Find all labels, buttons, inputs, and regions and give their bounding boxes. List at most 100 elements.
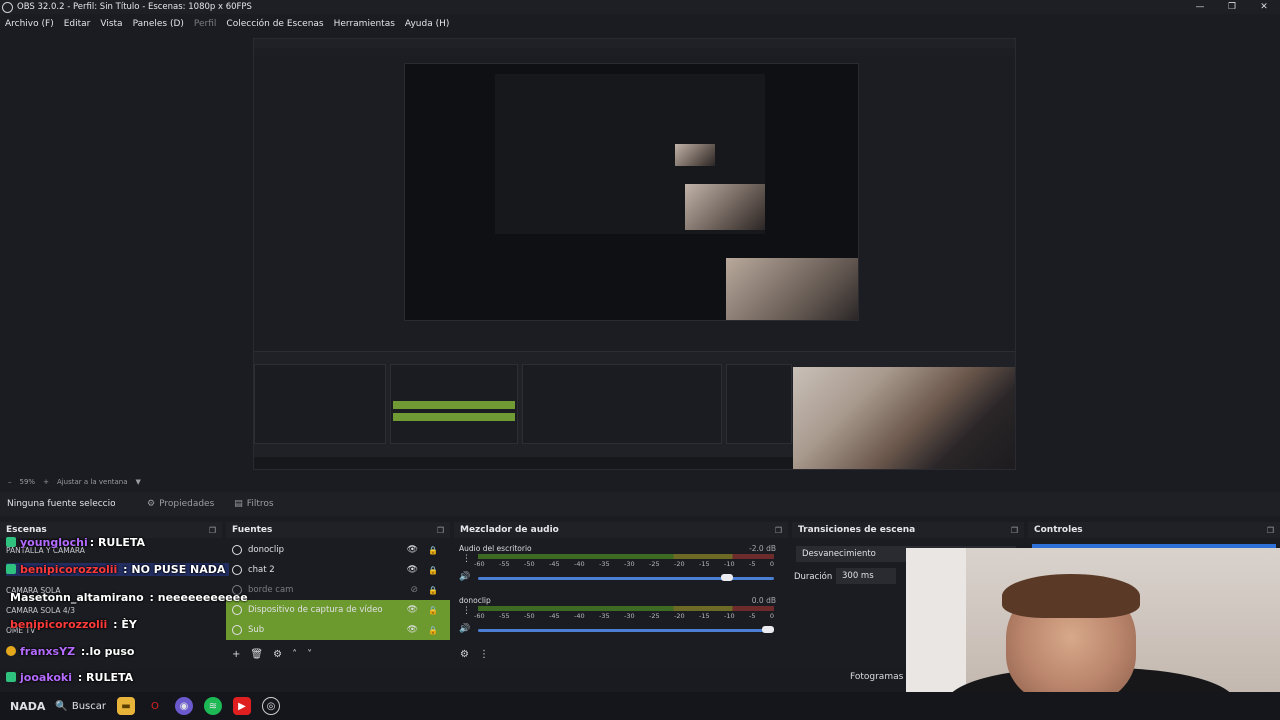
eye-icon[interactable]: 👁 bbox=[407, 565, 418, 575]
menu-vista[interactable]: Vista bbox=[95, 19, 127, 29]
trash-icon[interactable]: 🗑 bbox=[250, 649, 263, 660]
opera-icon[interactable]: O bbox=[146, 697, 164, 715]
nested-mixer-dock bbox=[522, 364, 722, 444]
meter-tick-label: -10 bbox=[724, 612, 735, 620]
camera-source-icon bbox=[232, 605, 242, 615]
eye-icon[interactable]: 👁 bbox=[407, 625, 418, 635]
folder-icon[interactable]: ▬ bbox=[116, 697, 135, 715]
fps-label: Fotogramas P bbox=[850, 672, 912, 682]
eye-icon[interactable]: 👁 bbox=[407, 545, 418, 555]
meter-tick-label: -40 bbox=[574, 612, 585, 620]
source-row-borde-cam[interactable]: borde cam ⊘ 🔒 bbox=[226, 580, 450, 600]
meter-tick-label: -55 bbox=[499, 560, 510, 568]
meter-tick-label: -30 bbox=[624, 612, 635, 620]
undock-icon[interactable]: ❐ bbox=[775, 526, 782, 535]
menu-coleccion-escenas[interactable]: Colección de Escenas bbox=[221, 19, 328, 29]
meter-tick-label: -5 bbox=[749, 612, 756, 620]
youtube-icon[interactable]: ▶ bbox=[232, 697, 251, 715]
chat-badge-icon bbox=[6, 646, 16, 656]
volume-knob[interactable] bbox=[720, 574, 733, 581]
zoom-value: 59% bbox=[19, 478, 36, 486]
meter-scale: -60 -55 -50 -45 -40 -35 -30 -25 -20 -15 -10 -5 0 bbox=[474, 560, 774, 570]
nested-menu-bar bbox=[254, 49, 1015, 56]
obs-taskbar-icon[interactable]: ◎ bbox=[261, 697, 280, 715]
channel-db: -2.0 dB bbox=[749, 544, 776, 553]
meter-tick-label: 0 bbox=[769, 612, 774, 620]
preview-canvas[interactable] bbox=[253, 38, 1016, 470]
filter-icon: ▤ bbox=[234, 499, 243, 509]
chat-badge-icon bbox=[6, 564, 16, 574]
meter-tick-label: -45 bbox=[549, 560, 560, 568]
channel-name: Audio del escritorio bbox=[459, 544, 532, 553]
lock-icon[interactable]: 🔒 bbox=[428, 546, 438, 555]
speaker-icon[interactable]: 🔊 bbox=[459, 572, 470, 582]
nested-preview bbox=[404, 63, 859, 321]
maximize-button[interactable]: ❐ bbox=[1216, 0, 1248, 14]
menu-ayuda[interactable]: Ayuda (H) bbox=[400, 19, 454, 29]
source-row-sub[interactable]: Sub 👁 🔒 bbox=[226, 620, 450, 640]
level-meter bbox=[478, 606, 774, 611]
sources-list: donoclip 👁 🔒 chat 2 👁 🔒 borde cam ⊘ 🔒 Di… bbox=[226, 538, 450, 640]
move-up-icon[interactable]: ˄ bbox=[292, 649, 297, 660]
add-source-icon[interactable]: + bbox=[232, 649, 240, 660]
source-name: Sub bbox=[248, 625, 265, 635]
menu-perfil: Perfil bbox=[193, 19, 217, 29]
kebab-menu-icon[interactable]: ⋮ bbox=[462, 554, 471, 564]
taskbar-search[interactable]: 🔍 Buscar bbox=[55, 701, 106, 712]
chat-message: franxsYZ :.lo puso bbox=[6, 645, 134, 658]
level-meter bbox=[478, 554, 774, 559]
chat-message: jooakoki : RULETA bbox=[6, 671, 133, 684]
zoom-in-button[interactable]: + bbox=[43, 478, 49, 486]
meter-tick-label: -20 bbox=[674, 612, 685, 620]
channel-db: 0.0 dB bbox=[751, 596, 776, 605]
gear-icon[interactable]: ⚙ bbox=[273, 649, 282, 660]
properties-button[interactable]: ⚙ Propiedades bbox=[147, 499, 214, 509]
chat-text: : RULETA bbox=[73, 671, 134, 684]
spotify-icon[interactable]: ≋ bbox=[203, 697, 222, 715]
volume-slider[interactable] bbox=[478, 629, 774, 632]
volume-knob[interactable] bbox=[762, 626, 774, 633]
undock-icon[interactable]: ❐ bbox=[437, 526, 444, 535]
transitions-dock-title: Transiciones de escena bbox=[798, 525, 916, 535]
move-down-icon[interactable]: ˅ bbox=[307, 649, 312, 660]
kebab-menu-icon[interactable]: ⋮ bbox=[462, 606, 471, 616]
undock-icon[interactable]: ❐ bbox=[209, 526, 216, 535]
nested-taskbar bbox=[254, 457, 794, 469]
menu-paneles[interactable]: Paneles (D) bbox=[128, 19, 189, 29]
sources-toolbar: + 🗑 ⚙ ˄ ˅ bbox=[232, 649, 312, 660]
source-name: donoclip bbox=[248, 545, 284, 555]
duration-input[interactable]: 300 ms bbox=[836, 568, 896, 584]
lock-icon[interactable]: 🔒 bbox=[428, 606, 438, 615]
undock-icon[interactable]: ❐ bbox=[1267, 526, 1274, 535]
speaker-icon[interactable]: 🔊 bbox=[459, 624, 470, 634]
menu-herramientas[interactable]: Herramientas bbox=[329, 19, 400, 29]
source-row-capture-device[interactable]: Dispositivo de captura de vídeo 👁 🔒 bbox=[226, 600, 450, 620]
scene-item[interactable]: CAMARA SOLA 4/3 bbox=[6, 606, 75, 615]
eye-hidden-icon[interactable]: ⊘ bbox=[410, 585, 418, 595]
minimize-button[interactable]: — bbox=[1184, 0, 1216, 14]
advanced-audio-icon[interactable]: ⚙ bbox=[460, 649, 469, 660]
nested-webcam-small bbox=[685, 184, 765, 230]
zoom-dropdown-icon[interactable]: ▼ bbox=[136, 478, 141, 486]
source-row-donoclip[interactable]: donoclip 👁 🔒 bbox=[226, 540, 450, 560]
close-button[interactable]: ✕ bbox=[1248, 0, 1280, 14]
undock-icon[interactable]: ❐ bbox=[1011, 526, 1018, 535]
fit-window-button[interactable]: Ajustar a la ventana bbox=[57, 478, 128, 486]
lock-icon[interactable]: 🔒 bbox=[428, 626, 438, 635]
chat-user: younglochi bbox=[20, 536, 88, 549]
chat-badge-icon bbox=[6, 672, 16, 682]
lock-icon[interactable]: 🔒 bbox=[428, 566, 438, 575]
source-row-chat2[interactable]: chat 2 👁 🔒 bbox=[226, 560, 450, 580]
filters-button[interactable]: ▤ Filtros bbox=[234, 499, 273, 509]
menu-editar[interactable]: Editar bbox=[59, 19, 96, 29]
chat-user: benipicorozzolii bbox=[10, 618, 108, 631]
nested-webcam-medium bbox=[726, 258, 858, 320]
lock-icon[interactable]: 🔒 bbox=[428, 586, 438, 595]
obs-logo-icon bbox=[2, 1, 13, 13]
discord-icon[interactable]: ◉ bbox=[174, 697, 193, 715]
menu-archivo[interactable]: Archivo (F) bbox=[0, 19, 59, 29]
eye-icon[interactable]: 👁 bbox=[407, 605, 418, 615]
zoom-row: – 59% + Ajustar a la ventana ▼ bbox=[0, 476, 1280, 488]
zoom-out-button[interactable]: – bbox=[8, 478, 12, 486]
kebab-menu-icon[interactable]: ⋮ bbox=[479, 649, 489, 660]
